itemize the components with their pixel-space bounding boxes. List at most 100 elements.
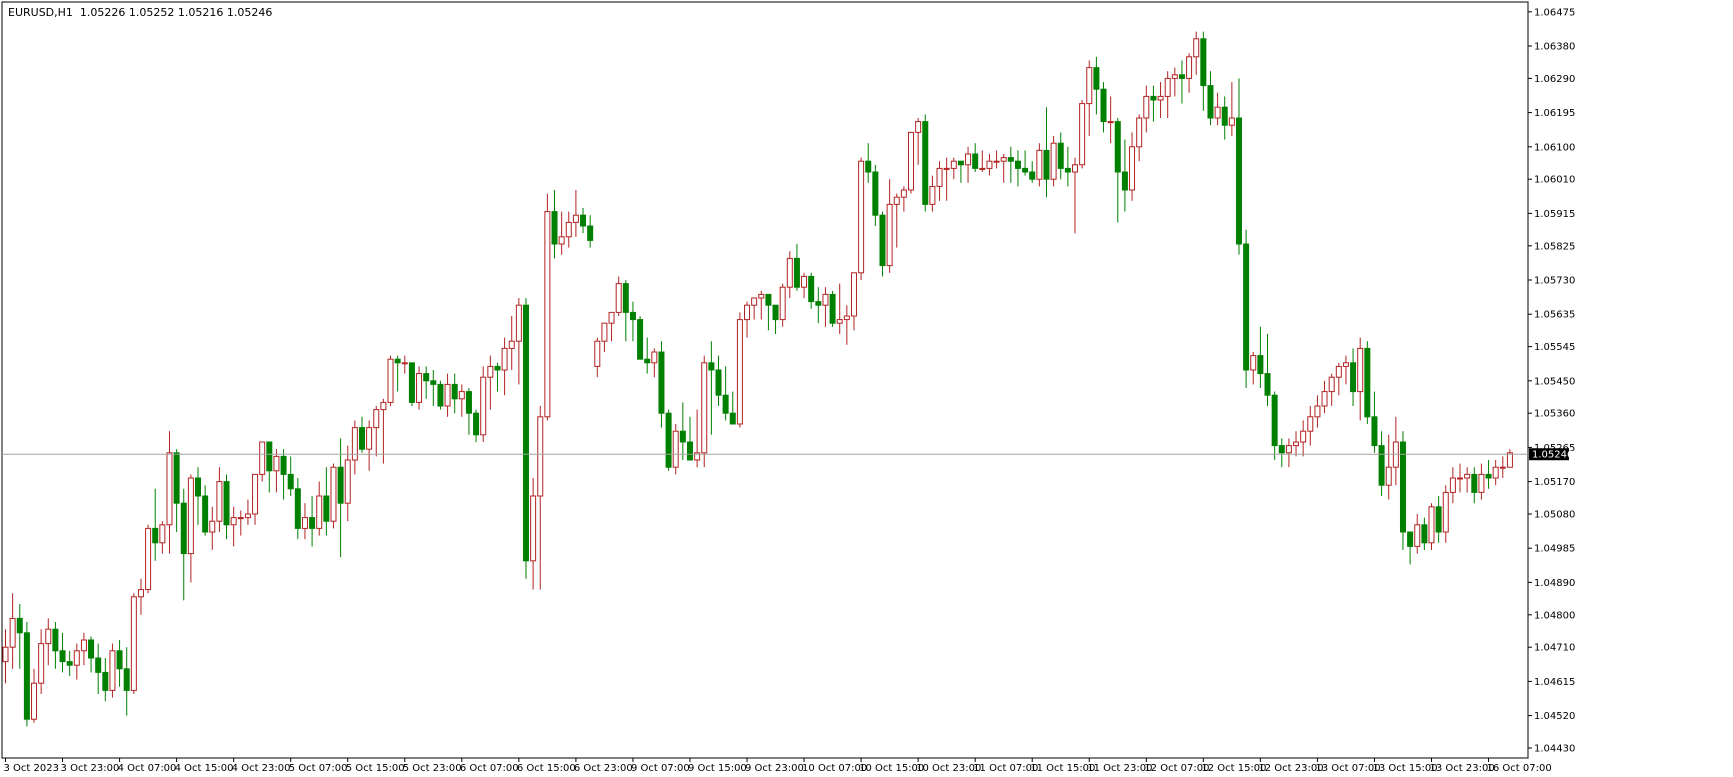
candle-body	[430, 380, 437, 385]
price-axis[interactable]: 1.06475 1.06380 1.06290 1.06195 1.06100 1.060…	[1528, 7, 1575, 755]
candle	[886, 179, 893, 273]
candle-body	[344, 459, 351, 504]
candle	[1442, 485, 1449, 543]
candle	[1264, 334, 1271, 406]
candle-body	[237, 517, 244, 520]
candle	[893, 193, 900, 248]
chart-window[interactable]: EURUSD,H1 1.05226 1.05252 1.05216 1.0524…	[0, 0, 1733, 777]
candle-body	[1221, 106, 1228, 126]
time-axis[interactable]: 3 Oct 2023 3 Oct 23:004 Oct 07:004 Oct 15…	[4, 758, 1552, 774]
candle-body	[1114, 121, 1121, 173]
candle	[152, 488, 159, 561]
price-chart[interactable]: 1.06475 1.06380 1.06290 1.06195 1.06100 1.060…	[0, 0, 1733, 777]
candle	[95, 643, 102, 694]
candle	[943, 157, 950, 201]
candle-body	[266, 441, 273, 472]
candle	[223, 474, 230, 540]
candle-body	[836, 319, 843, 324]
candle	[494, 362, 501, 392]
y-tick-label: 1.04710	[1534, 643, 1575, 654]
candle	[1100, 82, 1107, 133]
x-tick-label: 6 Oct 15:00	[517, 763, 576, 774]
candle-body	[622, 283, 629, 313]
candle-body	[815, 301, 822, 306]
candle-body	[137, 589, 144, 598]
candle-body	[979, 167, 986, 170]
candle	[736, 312, 743, 428]
candle-body	[1136, 117, 1143, 148]
candle	[23, 622, 30, 727]
candle	[451, 373, 458, 414]
candle	[715, 355, 722, 406]
candle-body	[843, 315, 850, 321]
candle-body	[1107, 121, 1114, 124]
candle-body	[373, 409, 380, 429]
candle	[1257, 326, 1264, 388]
candle	[1057, 132, 1064, 180]
candle	[1121, 139, 1128, 212]
candle-body	[1478, 473, 1485, 493]
candle-body	[1435, 506, 1442, 533]
candle-body	[1243, 243, 1250, 371]
candle-body	[1050, 142, 1057, 180]
candle	[1186, 53, 1193, 93]
candle	[1328, 373, 1335, 406]
candle	[1350, 348, 1357, 406]
candle-body	[615, 283, 622, 313]
candle	[637, 316, 644, 360]
candle	[908, 131, 915, 194]
candle	[1079, 100, 1086, 169]
candle-body	[608, 311, 615, 324]
candle	[216, 467, 223, 532]
candle-body	[829, 293, 836, 324]
candle-body	[1000, 157, 1007, 162]
candle	[401, 355, 408, 374]
candle-body	[929, 185, 936, 205]
candle	[458, 384, 465, 417]
candle	[73, 643, 80, 680]
candle	[758, 290, 765, 320]
candle	[865, 143, 872, 183]
x-tick-label: 10 Oct 07:00	[802, 763, 867, 774]
candle	[16, 604, 23, 669]
candle	[822, 287, 829, 327]
candle-body	[908, 131, 915, 191]
candle-body	[9, 617, 16, 648]
candle-body	[145, 527, 152, 591]
candle	[544, 193, 551, 421]
candle-body	[572, 214, 579, 223]
candle	[965, 146, 972, 183]
candle	[551, 190, 558, 259]
candle	[1143, 85, 1150, 133]
y-tick-label: 1.06195	[1534, 108, 1575, 119]
candle	[130, 593, 137, 694]
candle	[957, 160, 964, 183]
candle-body	[16, 617, 23, 634]
candle-body	[66, 661, 73, 666]
candle-body	[1364, 347, 1371, 418]
candle-body	[487, 365, 494, 378]
candle-body	[922, 121, 929, 205]
candle-body	[758, 293, 765, 299]
candle-body	[522, 304, 529, 562]
x-tick-label: 11 Oct 15:00	[1030, 763, 1095, 774]
candle	[751, 297, 758, 320]
candle	[836, 283, 843, 334]
candle-body	[223, 481, 230, 526]
candle-body	[423, 373, 430, 382]
candle	[1129, 132, 1136, 201]
candle-body	[38, 643, 45, 684]
candle-body	[444, 383, 451, 407]
candle-body	[936, 167, 943, 187]
candle	[1228, 82, 1235, 136]
candle-body	[1414, 524, 1421, 547]
candle	[430, 370, 437, 406]
candle	[323, 467, 330, 536]
y-tick-label: 1.04520	[1534, 711, 1575, 722]
candle-body	[508, 340, 515, 349]
candle	[102, 658, 109, 702]
candle	[202, 485, 209, 536]
candle-body	[95, 657, 102, 673]
candle	[59, 632, 66, 673]
candle	[273, 449, 280, 493]
